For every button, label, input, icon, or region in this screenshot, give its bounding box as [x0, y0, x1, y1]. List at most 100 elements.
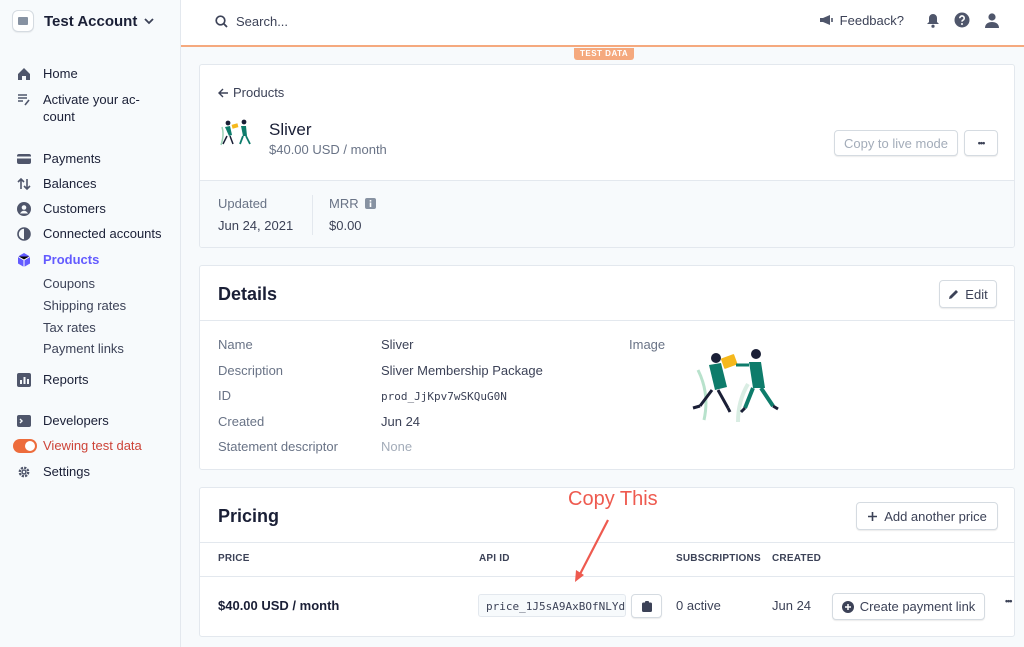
details-card: Details Edit Name Sliver Description Sli…: [199, 265, 1015, 470]
account-name: Test Account: [44, 12, 138, 30]
plus-circle-icon: [841, 600, 854, 613]
detail-label-name: Name: [218, 337, 253, 352]
megaphone-icon: [819, 15, 833, 25]
info-icon[interactable]: [364, 198, 376, 209]
row-more-button[interactable]: •••: [1005, 596, 1015, 606]
detail-value-id[interactable]: prod_JjKpv7wSKQuG0N: [381, 390, 507, 403]
col-header-api-id: API ID: [479, 553, 510, 564]
product-thumbnail: [220, 119, 251, 146]
detail-label-statement: Statement descriptor: [218, 439, 338, 454]
sidebar-item-balances[interactable]: Balances: [16, 176, 96, 191]
sidebar-item-customers[interactable]: Customers: [16, 201, 106, 216]
create-payment-link-button[interactable]: Create payment link: [832, 593, 985, 620]
updated-value: Jun 24, 2021: [218, 218, 294, 233]
sidebar-item-payments[interactable]: Payments: [16, 151, 101, 166]
sidebar-item-label: Balances: [43, 176, 97, 191]
sidebar-item-settings[interactable]: Settings: [16, 464, 90, 479]
test-data-badge: TEST DATA: [574, 48, 635, 60]
detail-label-id: ID: [218, 388, 231, 403]
sidebar-item-activate[interactable]: Activate your ac- count: [16, 92, 140, 125]
pricing-title: Pricing: [218, 506, 280, 526]
bell-icon[interactable]: [926, 13, 940, 28]
col-header-price: PRICE: [218, 553, 250, 564]
col-header-created: CREATED: [772, 553, 821, 564]
sidebar-item-products[interactable]: Products: [16, 252, 99, 267]
annotation-arrow-icon: [575, 519, 609, 582]
arrow-left-icon: [218, 88, 228, 97]
top-bar: Search... Feedback?: [181, 0, 1024, 47]
sidebar-item-label: Activate your ac- count: [43, 92, 140, 124]
detail-value-name: Sliver: [381, 337, 414, 352]
sidebar-item-developers[interactable]: Developers: [16, 413, 109, 428]
stats-divider: [312, 195, 313, 235]
sidebar-sub-coupons[interactable]: Coupons: [43, 276, 95, 291]
product-price: $40.00 USD / month: [269, 142, 387, 157]
sidebar-item-home[interactable]: Home: [16, 66, 78, 81]
edit-button[interactable]: Edit: [939, 280, 997, 308]
sidebar-item-label: Settings: [43, 464, 90, 479]
search-input[interactable]: Search...: [215, 14, 288, 29]
clipboard-icon: [641, 600, 652, 612]
detail-value-statement: None: [381, 439, 413, 454]
feedback-button[interactable]: Feedback?: [819, 13, 904, 28]
gear-icon: [16, 464, 31, 479]
add-price-label: Add another price: [884, 508, 987, 524]
detail-value-created: Jun 24: [381, 414, 421, 429]
sidebar-item-label: Payments: [43, 151, 101, 166]
sidebar: Test Account Home Activate your ac- coun…: [0, 0, 181, 647]
user-icon[interactable]: [984, 12, 1000, 28]
help-icon[interactable]: [954, 12, 970, 28]
reports-icon: [16, 372, 31, 387]
sidebar-sub-payment-links[interactable]: Payment links: [43, 341, 124, 356]
pencil-icon: [949, 289, 959, 299]
back-link-label: Products: [233, 85, 285, 100]
detail-value-description: Sliver Membership Package: [381, 363, 543, 378]
product-header-card: Products Sliver $40.00 USD / month Copy …: [199, 64, 1015, 248]
payments-icon: [16, 151, 31, 166]
row-price[interactable]: $40.00 USD / month: [218, 598, 339, 613]
updated-label: Updated: [218, 196, 268, 211]
sidebar-item-label: Developers: [43, 413, 109, 428]
feedback-label: Feedback?: [839, 12, 904, 28]
row-subscriptions: 0 active: [676, 598, 721, 613]
copy-api-id-button[interactable]: [631, 594, 662, 618]
details-divider: [200, 320, 1014, 321]
checklist-icon: [16, 92, 31, 107]
chevron-down-icon: [144, 18, 154, 25]
balances-icon: [16, 176, 31, 191]
more-actions-button[interactable]: •••: [964, 130, 998, 156]
home-icon: [16, 66, 31, 81]
store-icon: [12, 10, 34, 32]
edit-label: Edit: [965, 286, 988, 302]
sidebar-item-connected[interactable]: Connected accounts: [16, 226, 162, 241]
developers-icon: [16, 413, 31, 428]
sidebar-item-label: Customers: [43, 201, 106, 216]
add-price-button[interactable]: Add another price: [856, 502, 998, 530]
sidebar-item-reports[interactable]: Reports: [16, 372, 89, 387]
products-icon: [16, 252, 31, 267]
api-id-field[interactable]: price_1J5sA9AxBOfNLYd: [478, 594, 626, 617]
create-payment-link-label: Create payment link: [859, 599, 976, 614]
sidebar-item-label: Connected accounts: [43, 226, 162, 241]
product-stats: Updated Jun 24, 2021 MRR $0.00: [200, 180, 1014, 247]
back-link[interactable]: Products: [218, 85, 284, 100]
connected-icon: [16, 226, 31, 241]
copy-to-live-button[interactable]: Copy to live mode: [834, 130, 958, 156]
sidebar-item-test-data[interactable]: Viewing test data: [13, 438, 142, 453]
sidebar-sub-shipping-rates[interactable]: Shipping rates: [43, 298, 126, 313]
detail-label-description: Description: [218, 363, 284, 378]
test-mode-toggle[interactable]: [13, 438, 37, 453]
detail-label-image: Image: [629, 337, 666, 352]
customers-icon: [16, 201, 31, 216]
detail-label-created: Created: [218, 414, 265, 429]
search-icon: [215, 15, 228, 28]
account-switcher[interactable]: Test Account: [12, 9, 155, 33]
sidebar-item-label: Home: [43, 66, 78, 81]
plus-icon: [868, 511, 878, 521]
mrr-label: MRR: [329, 196, 359, 211]
row-created: Jun 24: [772, 598, 812, 613]
sidebar-item-label: Reports: [43, 372, 89, 387]
annotation-copy-this: Copy This: [568, 488, 658, 510]
sidebar-sub-tax-rates[interactable]: Tax rates: [43, 320, 96, 335]
sidebar-item-label: Products: [43, 252, 100, 267]
